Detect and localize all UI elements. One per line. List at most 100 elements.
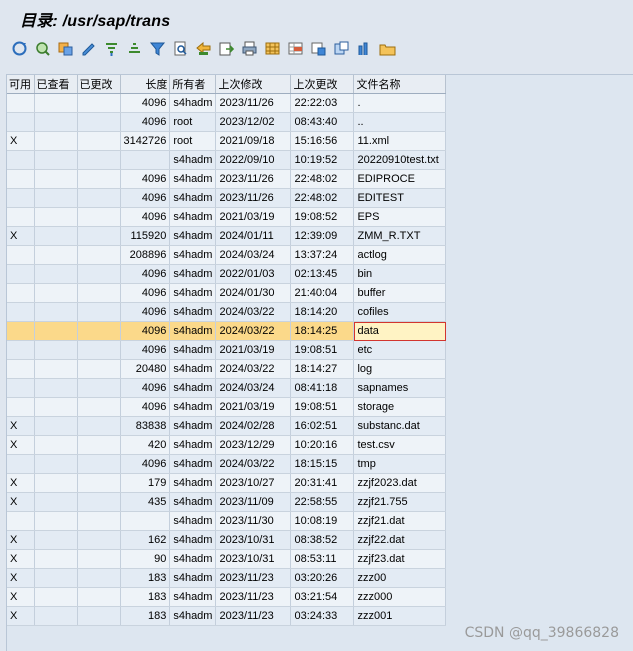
cell-viewed[interactable]: [34, 454, 78, 474]
cell-last-changed[interactable]: 19:08:51: [290, 340, 355, 360]
cell-file-name[interactable]: etc: [353, 340, 447, 360]
cell-file-name[interactable]: test.csv: [353, 435, 447, 455]
cell-viewed[interactable]: [34, 492, 78, 512]
cell-length[interactable]: 90: [120, 549, 171, 569]
cell-last-modified[interactable]: 2021/03/19: [215, 340, 292, 360]
cell-owner[interactable]: s4hadm: [169, 340, 217, 360]
cell-last-modified[interactable]: 2023/11/23: [215, 587, 292, 607]
save-layout-icon[interactable]: [309, 39, 328, 58]
cell-file-name[interactable]: .: [353, 93, 447, 113]
table-row[interactable]: X 162 s4hadm 2023/10/31 08:38:52 zzjf22.dat: [7, 530, 447, 550]
col-header-last-modified[interactable]: 上次修改: [215, 75, 292, 94]
cell-last-modified[interactable]: 2024/01/30: [215, 283, 292, 303]
cell-owner[interactable]: s4hadm: [169, 606, 217, 626]
cell-length[interactable]: 179: [120, 473, 171, 493]
cell-changed[interactable]: [77, 511, 121, 531]
cell-length[interactable]: 4096: [120, 397, 171, 417]
table-row[interactable]: X 90 s4hadm 2023/10/31 08:53:11 zzjf23.dat: [7, 549, 447, 569]
cell-length[interactable]: 4096: [120, 169, 171, 189]
cell-last-modified[interactable]: 2024/03/24: [215, 378, 292, 398]
cell-last-modified[interactable]: 2023/10/31: [215, 549, 292, 569]
table-row[interactable]: X 183 s4hadm 2023/11/23 03:21:54 zzz000: [7, 587, 447, 607]
table-row[interactable]: 4096 s4hadm 2022/01/03 02:13:45 bin: [7, 264, 447, 284]
cell-owner[interactable]: s4hadm: [169, 245, 217, 265]
cell-length[interactable]: 4096: [120, 454, 171, 474]
cell-length[interactable]: [120, 150, 171, 170]
cell-available[interactable]: [7, 302, 35, 322]
table-row[interactable]: 4096 s4hadm 2023/11/26 22:48:02 EDIPROCE: [7, 169, 447, 189]
cell-file-name[interactable]: actlog: [353, 245, 447, 265]
cell-file-name[interactable]: EDIPROCE: [353, 169, 447, 189]
cell-last-changed[interactable]: 21:40:04: [290, 283, 355, 303]
table-row[interactable]: 4096 s4hadm 2024/03/22 18:15:15 tmp: [7, 454, 447, 474]
cell-viewed[interactable]: [34, 511, 78, 531]
cell-owner[interactable]: s4hadm: [169, 530, 217, 550]
cell-file-name[interactable]: ZMM_R.TXT: [353, 226, 447, 246]
cell-owner[interactable]: s4hadm: [169, 226, 217, 246]
cell-viewed[interactable]: [34, 359, 78, 379]
cell-changed[interactable]: [77, 188, 121, 208]
cell-viewed[interactable]: [34, 112, 78, 132]
cell-viewed[interactable]: [34, 587, 78, 607]
view-settings-icon[interactable]: [56, 39, 75, 58]
cell-owner[interactable]: s4hadm: [169, 188, 217, 208]
cell-file-name[interactable]: substanc.dat: [353, 416, 447, 436]
cell-changed[interactable]: [77, 378, 121, 398]
cell-last-modified[interactable]: 2024/01/11: [215, 226, 292, 246]
cell-file-name[interactable]: cofiles: [353, 302, 447, 322]
cell-viewed[interactable]: [34, 93, 78, 113]
cell-available[interactable]: X: [7, 131, 35, 151]
cell-owner[interactable]: s4hadm: [169, 416, 217, 436]
cell-last-modified[interactable]: 2021/03/19: [215, 397, 292, 417]
table-row[interactable]: 20480 s4hadm 2024/03/22 18:14:27 log: [7, 359, 447, 379]
cell-viewed[interactable]: [34, 378, 78, 398]
cell-length[interactable]: 4096: [120, 93, 171, 113]
cell-available[interactable]: [7, 378, 35, 398]
cell-changed[interactable]: [77, 492, 121, 512]
cell-last-changed[interactable]: 03:24:33: [290, 606, 355, 626]
cell-owner[interactable]: s4hadm: [169, 321, 217, 341]
cell-file-name[interactable]: storage: [353, 397, 447, 417]
cell-length[interactable]: 4096: [120, 302, 171, 322]
cell-file-name[interactable]: zzjf22.dat: [353, 530, 447, 550]
cell-changed[interactable]: [77, 131, 121, 151]
cell-file-name[interactable]: zzz001: [353, 606, 447, 626]
cell-available[interactable]: X: [7, 492, 35, 512]
cell-length[interactable]: 20480: [120, 359, 171, 379]
cell-file-name[interactable]: zzjf21.755: [353, 492, 447, 512]
filter-icon[interactable]: [148, 39, 167, 58]
first-page-icon[interactable]: [194, 39, 213, 58]
cell-available[interactable]: [7, 511, 35, 531]
cell-last-changed[interactable]: 16:02:51: [290, 416, 355, 436]
col-header-viewed[interactable]: 已查看: [34, 75, 78, 94]
cell-viewed[interactable]: [34, 473, 78, 493]
cell-changed[interactable]: [77, 112, 121, 132]
cell-available[interactable]: [7, 359, 35, 379]
cell-viewed[interactable]: [34, 321, 78, 341]
cell-changed[interactable]: [77, 359, 121, 379]
cell-changed[interactable]: [77, 340, 121, 360]
cell-last-modified[interactable]: 2023/11/30: [215, 511, 292, 531]
select-layout-icon[interactable]: [286, 39, 305, 58]
cell-available[interactable]: [7, 169, 35, 189]
open-folder-icon[interactable]: [378, 39, 397, 58]
table-row[interactable]: X 435 s4hadm 2023/11/09 22:58:55 zzjf21.755: [7, 492, 447, 512]
cell-last-changed[interactable]: 03:20:26: [290, 568, 355, 588]
cell-available[interactable]: [7, 321, 35, 341]
cell-available[interactable]: X: [7, 549, 35, 569]
cell-owner[interactable]: root: [169, 112, 217, 132]
cell-file-name[interactable]: EPS: [353, 207, 447, 227]
cell-changed[interactable]: [77, 283, 121, 303]
cell-changed[interactable]: [77, 226, 121, 246]
cell-changed[interactable]: [77, 587, 121, 607]
cell-length[interactable]: 4096: [120, 207, 171, 227]
cell-available[interactable]: [7, 93, 35, 113]
cell-available[interactable]: X: [7, 587, 35, 607]
cell-available[interactable]: X: [7, 416, 35, 436]
cell-file-name[interactable]: EDITEST: [353, 188, 447, 208]
cell-available[interactable]: X: [7, 226, 35, 246]
refresh-icon[interactable]: [10, 39, 29, 58]
cell-last-modified[interactable]: 2024/03/22: [215, 302, 292, 322]
cell-last-changed[interactable]: 19:08:52: [290, 207, 355, 227]
cell-length[interactable]: [120, 511, 171, 531]
